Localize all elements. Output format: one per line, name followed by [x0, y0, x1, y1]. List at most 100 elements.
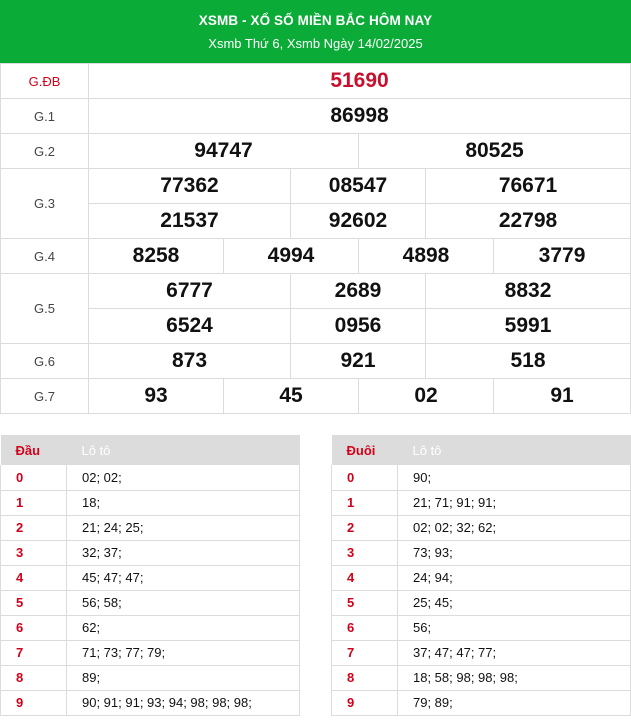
loto-value: 90; 91; 91; 93; 94; 98; 98; 98; [66, 690, 300, 716]
table-row: 4 24; 94; [331, 565, 631, 591]
prize-row-g7: G.7 93 45 02 91 [0, 378, 631, 414]
table-row: 5 25; 45; [331, 590, 631, 616]
loto-value: 90; [397, 465, 631, 491]
loto-value: 71; 73; 77; 79; [66, 640, 300, 666]
loto-key: 4 [331, 565, 398, 591]
prize-label: G.1 [0, 98, 89, 134]
prize-label: G.7 [0, 378, 89, 414]
table-row: 5 56; 58; [0, 590, 300, 616]
prize-number: 02 [358, 378, 494, 414]
prize-number: 91 [492, 378, 631, 414]
loto-key: 7 [331, 640, 398, 666]
prize-number-special: 51690 [87, 63, 631, 99]
table-row: 7 71; 73; 77; 79; [0, 640, 300, 666]
prize-number: 8832 [424, 273, 631, 309]
table-row: 9 90; 91; 91; 93; 94; 98; 98; 98; [0, 690, 300, 716]
table-row: 8 89; [0, 665, 300, 691]
loto-value: 18; 58; 98; 98; 98; [397, 665, 631, 691]
loto-key: 8 [0, 665, 67, 691]
prize-number: 2689 [290, 273, 426, 309]
loto-duoi-header-key: Đuôi [331, 435, 398, 465]
loto-value: 18; [66, 490, 300, 516]
results-table: G.ĐB 51690 G.1 86998 G.2 94747 80525 G.3… [0, 63, 631, 414]
loto-duoi-header-value: Lô tô [397, 435, 631, 465]
loto-key: 2 [331, 515, 398, 541]
loto-value: 21; 24; 25; [66, 515, 300, 541]
loto-key: 7 [0, 640, 67, 666]
page-header: XSMB - XỔ SỐ MIỀN BẮC HÔM NAY Xsmb Thứ 6… [0, 0, 631, 63]
table-row: 1 18; [0, 490, 300, 516]
prize-row-g5: G.5 6777 2689 8832 [0, 273, 631, 344]
loto-key: 8 [331, 665, 398, 691]
prize-number: 4898 [358, 238, 494, 274]
loto-value: 79; 89; [397, 690, 631, 716]
prize-number: 92602 [290, 203, 426, 239]
loto-value: 45; 47; 47; [66, 565, 300, 591]
prize-number: 93 [88, 378, 224, 414]
prize-label: G.3 [0, 168, 89, 239]
prize-number: 77362 [88, 168, 291, 204]
loto-key: 0 [331, 465, 398, 491]
loto-duoi-table: Đuôi Lô tô 0 90; 1 21; 71; 91; 91; 2 02; 02… [331, 435, 631, 716]
table-row: 7 37; 47; 47; 77; [331, 640, 631, 666]
page-subtitle: Xsmb Thứ 6, Xsmb Ngày 14/02/2025 [208, 36, 423, 51]
loto-key: 5 [0, 590, 67, 616]
loto-value: 24; 94; [397, 565, 631, 591]
table-row: 6 62; [0, 615, 300, 641]
loto-value: 32; 37; [66, 540, 300, 566]
loto-value: 02; 02; 32; 62; [397, 515, 631, 541]
table-row: 0 02; 02; [0, 465, 300, 491]
prize-row-g6: G.6 873 921 518 [0, 343, 631, 379]
loto-value: 56; [397, 615, 631, 641]
table-row: 9 79; 89; [331, 690, 631, 716]
prize-label: G.5 [0, 273, 89, 344]
table-row: 3 73; 93; [331, 540, 631, 566]
loto-key: 5 [331, 590, 398, 616]
loto-value: 56; 58; [66, 590, 300, 616]
loto-key: 6 [331, 615, 398, 641]
loto-value: 02; 02; [66, 465, 300, 491]
prize-number: 21537 [88, 203, 291, 239]
prize-number: 76671 [424, 168, 631, 204]
prize-number: 80525 [357, 133, 631, 169]
loto-value: 89; [66, 665, 300, 691]
prize-number: 5991 [424, 308, 631, 344]
prize-row-g3b: 21537 92602 22798 [1, 203, 631, 239]
loto-key: 0 [0, 465, 67, 491]
page-title: XSMB - XỔ SỐ MIỀN BẮC HÔM NAY [198, 13, 433, 28]
table-row: 4 45; 47; 47; [0, 565, 300, 591]
prize-label: G.2 [0, 133, 89, 169]
table-row: 3 32; 37; [0, 540, 300, 566]
loto-key: 1 [331, 490, 398, 516]
table-row: 1 21; 71; 91; 91; [331, 490, 631, 516]
loto-key: 1 [0, 490, 67, 516]
table-row: 6 56; [331, 615, 631, 641]
loto-key: 4 [0, 565, 67, 591]
loto-key: 3 [331, 540, 398, 566]
prize-number: 921 [290, 343, 426, 379]
loto-key: 3 [0, 540, 67, 566]
loto-value: 62; [66, 615, 300, 641]
table-row: 8 18; 58; 98; 98; 98; [331, 665, 631, 691]
prize-number: 45 [223, 378, 359, 414]
loto-value: 37; 47; 47; 77; [397, 640, 631, 666]
loto-value: 21; 71; 91; 91; [397, 490, 631, 516]
prize-label: G.ĐB [0, 63, 89, 99]
loto-key: 6 [0, 615, 67, 641]
loto-value: 25; 45; [397, 590, 631, 616]
prize-row-g5b: 6524 0956 5991 [1, 308, 631, 344]
prize-number: 518 [424, 343, 631, 379]
prize-row-g3: G.3 77362 08547 76671 [0, 168, 631, 239]
table-row: 2 02; 02; 32; 62; [331, 515, 631, 541]
loto-value: 73; 93; [397, 540, 631, 566]
loto-dau-header-key: Đầu [0, 435, 67, 465]
prize-number: 873 [88, 343, 291, 379]
prize-row-g1: G.1 86998 [0, 98, 631, 134]
prize-label: G.4 [0, 238, 89, 274]
prize-row-g2: G.2 94747 80525 [0, 133, 631, 169]
table-row: 2 21; 24; 25; [0, 515, 300, 541]
prize-number: 08547 [290, 168, 426, 204]
prize-number: 3779 [492, 238, 631, 274]
loto-key: 9 [331, 690, 398, 716]
prize-number: 22798 [424, 203, 631, 239]
